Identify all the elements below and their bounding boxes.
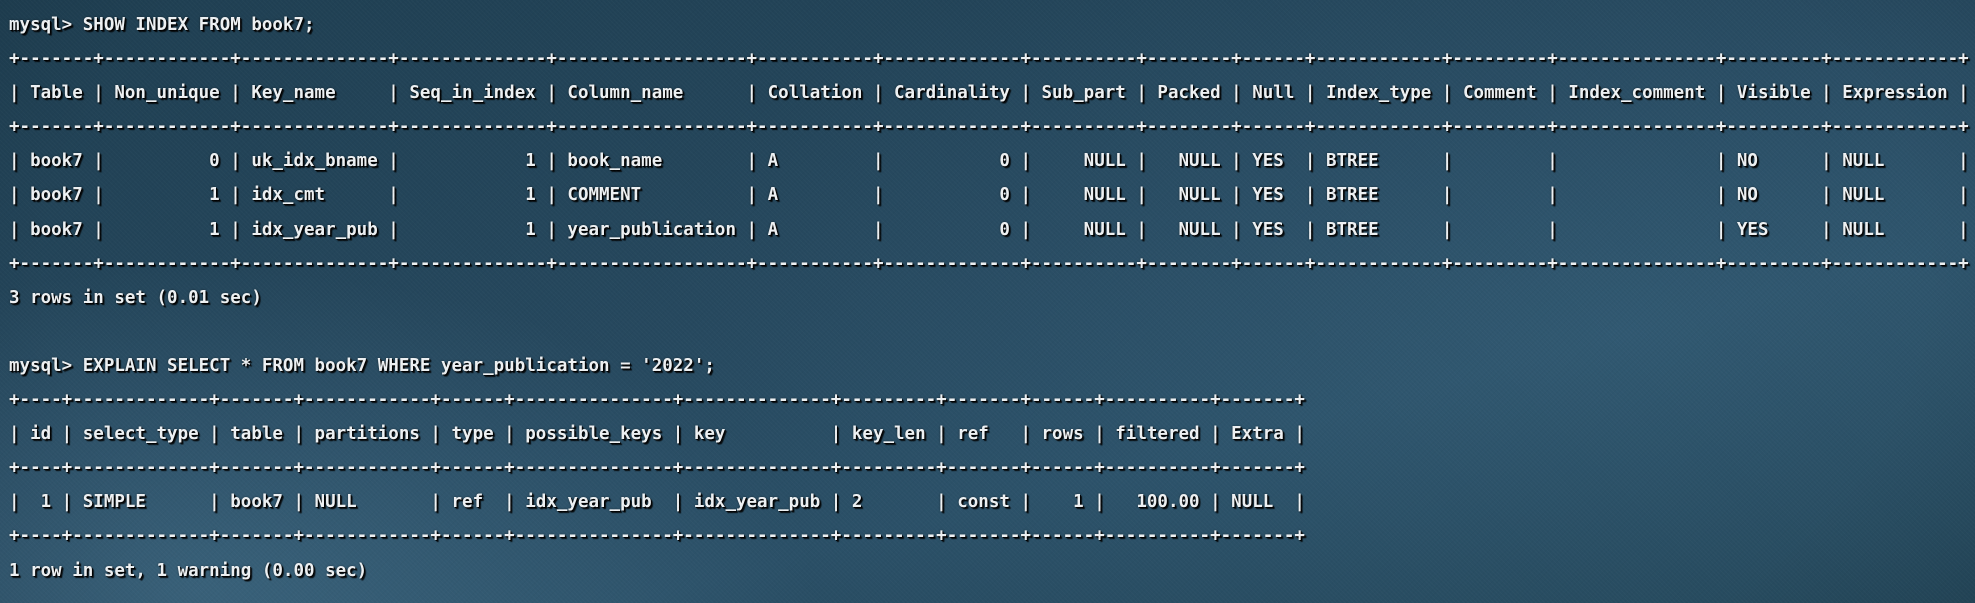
table-border-line: +----+-------------+-------+------------… (9, 451, 1975, 485)
result-table-show-index: +-------+------------+--------------+---… (9, 42, 1975, 281)
table-header-line: | id | select_type | table | partitions … (9, 417, 1975, 451)
terminal-screen[interactable]: mysql> SHOW INDEX FROM book7; +-------+-… (0, 0, 1975, 603)
table-border-line: +-------+------------+--------------+---… (9, 247, 1975, 281)
blank-line (9, 315, 1975, 349)
table-row-line: | book7 | 1 | idx_cmt | 1 | COMMENT | A … (9, 178, 1975, 212)
command-line: mysql> SHOW INDEX FROM book7; (9, 8, 1975, 42)
result-table-explain: +----+-------------+-------+------------… (9, 383, 1975, 553)
table-border-line: +----+-------------+-------+------------… (9, 383, 1975, 417)
table-row-line: | book7 | 0 | uk_idx_bname | 1 | book_na… (9, 144, 1975, 178)
result-status-line: 1 row in set, 1 warning (0.00 sec) (9, 554, 1975, 588)
table-border-line: +-------+------------+--------------+---… (9, 110, 1975, 144)
table-border-line: +----+-------------+-------+------------… (9, 519, 1975, 553)
table-header-line: | Table | Non_unique | Key_name | Seq_in… (9, 76, 1975, 110)
table-row-line: | 1 | SIMPLE | book7 | NULL | ref | idx_… (9, 485, 1975, 519)
table-row-line: | book7 | 1 | idx_year_pub | 1 | year_pu… (9, 213, 1975, 247)
command-line: mysql> EXPLAIN SELECT * FROM book7 WHERE… (9, 349, 1975, 383)
result-status-line: 3 rows in set (0.01 sec) (9, 281, 1975, 315)
table-border-line: +-------+------------+--------------+---… (9, 42, 1975, 76)
